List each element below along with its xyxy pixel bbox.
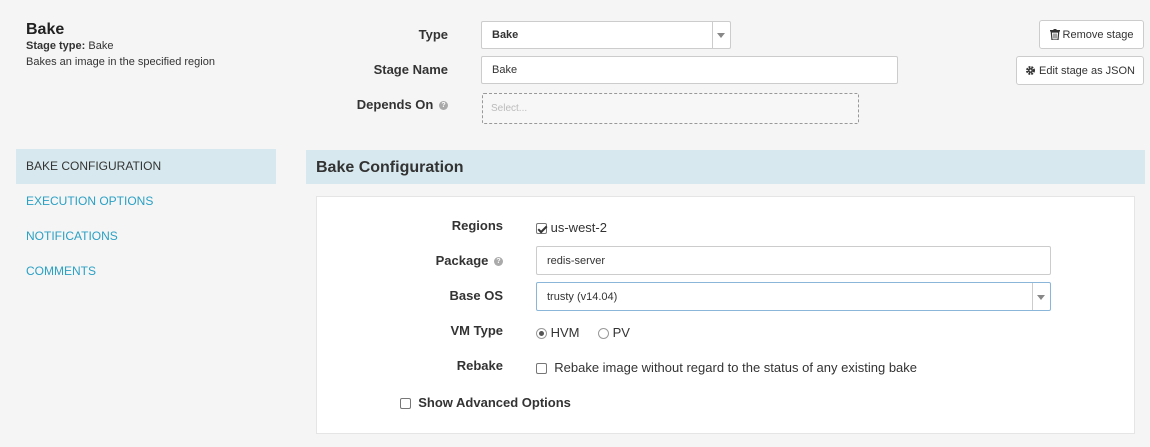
vm-type-pv-radio[interactable] xyxy=(598,328,609,340)
stage-type-label: Stage type: xyxy=(26,40,86,52)
remove-stage-button[interactable]: Remove stage xyxy=(1039,20,1144,49)
stage-title: Bake xyxy=(26,21,65,38)
package-label-text: Package xyxy=(435,253,489,268)
side-nav-notifications[interactable]: NOTIFICATIONS xyxy=(16,219,276,254)
package-label: Package ? xyxy=(313,253,503,268)
depends-on-label: Depends On ? xyxy=(288,97,448,112)
rebake-option[interactable]: Rebake image without regard to the statu… xyxy=(536,360,917,375)
rebake-text: Rebake image without regard to the statu… xyxy=(554,360,918,375)
rebake-checkbox[interactable] xyxy=(536,363,547,375)
vm-type-pv-option[interactable]: PV xyxy=(598,325,630,340)
edit-stage-json-label: Edit stage as JSON xyxy=(1039,64,1135,77)
side-nav: BAKE CONFIGURATION EXECUTION OPTIONS NOT… xyxy=(16,149,276,289)
package-input[interactable]: redis-server xyxy=(536,246,1051,275)
trash-icon xyxy=(1049,29,1060,40)
help-icon[interactable]: ? xyxy=(439,101,448,111)
show-advanced-option[interactable]: Show Advanced Options xyxy=(400,395,571,410)
vm-type-label: VM Type xyxy=(450,323,504,338)
regions-label: Regions xyxy=(451,218,503,233)
remove-stage-label: Remove stage xyxy=(1062,28,1134,41)
region-checkbox[interactable] xyxy=(536,223,547,235)
chevron-down-icon xyxy=(1037,294,1045,300)
stage-name-input[interactable]: Bake xyxy=(481,56,898,84)
gear-icon xyxy=(1025,65,1036,76)
side-nav-execution-options[interactable]: EXECUTION OPTIONS xyxy=(16,184,276,219)
base-os-toggle[interactable] xyxy=(1032,283,1050,310)
base-os-select[interactable]: trusty (v14.04) xyxy=(536,282,1051,311)
depends-on-select[interactable]: Select... xyxy=(482,93,859,124)
base-os-value: trusty (v14.04) xyxy=(547,290,618,303)
stage-description: Bakes an image in the specified region xyxy=(26,56,215,68)
vm-type-hvm-radio[interactable] xyxy=(536,328,547,340)
depends-on-text: Depends On xyxy=(356,97,434,112)
section-title: Bake Configuration xyxy=(306,150,1145,184)
type-select-toggle[interactable] xyxy=(712,22,730,48)
base-os-label: Base OS xyxy=(449,288,503,303)
rebake-label: Rebake xyxy=(456,358,503,373)
region-option[interactable]: us-west-2 xyxy=(536,220,607,235)
vm-type-pv-label: PV xyxy=(612,325,630,340)
side-nav-bake-configuration[interactable]: BAKE CONFIGURATION xyxy=(16,149,276,184)
type-label: Type xyxy=(418,27,448,42)
region-value: us-west-2 xyxy=(550,220,607,235)
edit-stage-json-button[interactable]: Edit stage as JSON xyxy=(1016,56,1144,85)
show-advanced-label: Show Advanced Options xyxy=(418,395,571,410)
show-advanced-checkbox[interactable] xyxy=(400,398,411,410)
stage-name-label: Stage Name xyxy=(373,62,448,77)
vm-type-hvm-label: HVM xyxy=(550,325,580,340)
stage-type-value: Bake xyxy=(88,40,114,52)
chevron-down-icon xyxy=(717,33,725,38)
vm-type-hvm-option[interactable]: HVM xyxy=(536,325,580,340)
type-select-value: Bake xyxy=(492,29,519,41)
stage-type: Stage type: Bake xyxy=(26,40,113,52)
side-nav-comments[interactable]: COMMENTS xyxy=(16,254,276,289)
help-icon[interactable]: ? xyxy=(494,257,503,267)
type-select[interactable]: Bake xyxy=(481,21,731,49)
